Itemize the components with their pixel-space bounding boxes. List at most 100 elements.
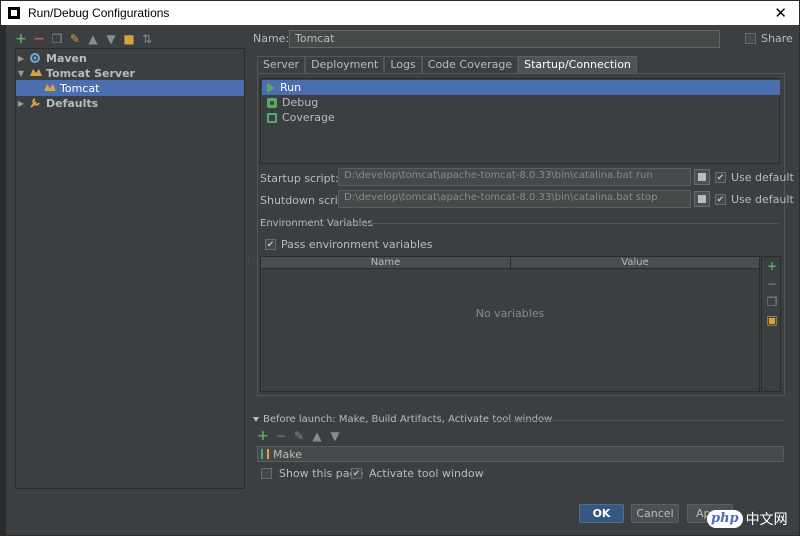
pass-env-checkbox[interactable]: ✔ Pass environment variables <box>265 238 433 251</box>
close-icon[interactable]: ✕ <box>774 4 787 22</box>
move-up-icon[interactable]: ▲ <box>87 32 99 46</box>
tree-item-label: Maven <box>46 51 87 65</box>
tree-item-tomcat-server[interactable]: ▼ Tomcat Server <box>16 65 244 81</box>
env-divider <box>351 223 779 224</box>
executor-label: Run <box>280 81 302 94</box>
ok-button[interactable]: OK <box>579 504 624 523</box>
watermark-text: 中文网 <box>745 512 788 528</box>
panel-splitter-handle[interactable]: · · · <box>247 253 250 268</box>
startup-script-label: Startup script: <box>260 172 339 185</box>
tab-startup-connection[interactable]: Startup/Connection <box>518 56 637 73</box>
tree-item-tomcat[interactable]: Tomcat <box>16 80 244 96</box>
checkmark-icon[interactable]: ✔ <box>715 172 726 183</box>
config-tabs: Server Deployment Logs Code Coverage Sta… <box>257 56 637 73</box>
use-default-label: Use default <box>731 171 794 184</box>
executor-item-debug[interactable]: Debug <box>262 95 780 110</box>
expanded-arrow-icon[interactable] <box>253 417 259 422</box>
empty-table-text: No variables <box>475 307 545 320</box>
tree-item-maven[interactable]: ▶ Maven <box>16 50 244 66</box>
move-task-up-icon[interactable]: ▲ <box>311 429 323 443</box>
checkmark-icon[interactable]: ✔ <box>715 194 726 205</box>
remove-task-icon[interactable]: − <box>275 429 287 443</box>
defaults-wrench-icon <box>29 97 43 109</box>
title-bar: Run/Debug Configurations ✕ <box>1 1 799 25</box>
tab-deployment[interactable]: Deployment <box>305 56 385 73</box>
paste-variable-icon[interactable]: ▣ <box>765 313 779 327</box>
share-checkbox-box[interactable] <box>745 33 756 44</box>
show-page-checkbox[interactable]: Show this page <box>261 467 363 480</box>
tree-item-label: Defaults <box>46 96 99 110</box>
move-task-down-icon[interactable]: ▼ <box>329 429 341 443</box>
before-launch-divider <box>493 420 783 421</box>
collapsed-arrow-icon[interactable]: ▶ <box>16 99 26 108</box>
maven-icon <box>29 52 43 64</box>
make-icon <box>261 449 269 459</box>
shutdown-use-default-checkbox[interactable]: ✔ Use default <box>715 193 794 206</box>
coverage-icon <box>267 112 277 123</box>
executor-list: Run Debug Coverage <box>260 78 780 164</box>
activate-window-label: Activate tool window <box>369 467 484 480</box>
executor-item-run[interactable]: Run <box>262 80 780 95</box>
tree-item-label: Tomcat Server <box>46 66 135 80</box>
shutdown-script-input[interactable]: D:\develop\tomcat\apache-tomcat-8.0.33\b… <box>338 190 691 208</box>
show-page-checkbox-box[interactable] <box>261 468 272 479</box>
tree-item-label: Tomcat <box>60 81 100 95</box>
intellij-app-icon <box>8 7 20 19</box>
use-default-label: Use default <box>731 193 794 206</box>
tab-server[interactable]: Server <box>257 56 306 73</box>
debug-icon <box>267 97 277 108</box>
pass-env-label: Pass environment variables <box>281 238 433 251</box>
edit-defaults-icon[interactable]: ✎ <box>69 32 81 46</box>
sort-icon[interactable]: ⇅ <box>141 32 153 46</box>
edit-task-icon[interactable]: ✎ <box>293 429 305 443</box>
name-input[interactable]: Tomcat <box>289 30 720 48</box>
name-label: Name: <box>253 32 290 45</box>
add-icon[interactable]: + <box>15 32 27 46</box>
php-cn-watermark: php 中文网 <box>707 505 799 533</box>
before-launch-task-list[interactable]: Make <box>257 446 784 462</box>
remove-icon[interactable]: − <box>33 32 45 46</box>
checkmark-icon[interactable]: ✔ <box>351 468 362 479</box>
collapsed-arrow-icon[interactable]: ▶ <box>16 54 26 63</box>
env-variables-table: Name Value No variables <box>260 256 760 392</box>
folder-icon[interactable]: ■ <box>123 32 135 46</box>
executor-label: Coverage <box>282 111 335 124</box>
tree-item-defaults[interactable]: ▶ Defaults <box>16 95 244 111</box>
browse-icon <box>698 173 706 181</box>
checkmark-icon[interactable]: ✔ <box>265 239 276 250</box>
before-launch-toolbar: + − ✎ ▲ ▼ <box>257 429 341 443</box>
tomcat-icon <box>29 67 43 79</box>
copy-variable-icon[interactable]: ❐ <box>765 295 779 309</box>
startup-browse-button[interactable] <box>694 169 710 185</box>
task-label-make: Make <box>273 447 302 461</box>
column-header-name[interactable]: Name <box>261 257 511 269</box>
env-table-toolbar: + − ❐ ▣ <box>761 256 781 392</box>
column-header-value[interactable]: Value <box>511 257 759 269</box>
startup-use-default-checkbox[interactable]: ✔ Use default <box>715 171 794 184</box>
expanded-arrow-icon[interactable]: ▼ <box>16 69 26 78</box>
configuration-tree: ▶ Maven ▼ Tomcat Server Tomcat ▶ Default… <box>15 48 245 489</box>
run-debug-dialog: Run/Debug Configurations ✕ + − ❐ ✎ ▲ ▼ ■… <box>0 0 800 536</box>
add-variable-icon[interactable]: + <box>765 259 779 273</box>
shutdown-browse-button[interactable] <box>694 191 710 207</box>
activate-window-checkbox[interactable]: ✔ Activate tool window <box>351 467 484 480</box>
browse-icon <box>698 195 706 203</box>
executor-item-coverage[interactable]: Coverage <box>262 110 780 125</box>
tab-code-coverage[interactable]: Code Coverage <box>421 56 519 73</box>
copy-icon[interactable]: ❐ <box>51 32 63 46</box>
add-task-icon[interactable]: + <box>257 429 269 443</box>
config-toolbar: + − ❐ ✎ ▲ ▼ ■ ⇅ <box>15 30 153 48</box>
tab-logs[interactable]: Logs <box>384 56 422 73</box>
background-edge <box>1 25 6 536</box>
env-table-header: Name Value <box>261 257 759 269</box>
run-icon <box>267 82 275 93</box>
startup-script-input[interactable]: D:\develop\tomcat\apache-tomcat-8.0.33\b… <box>338 168 691 186</box>
tomcat-config-icon <box>43 82 57 94</box>
cancel-button[interactable]: Cancel <box>631 504 679 523</box>
window-title: Run/Debug Configurations <box>28 6 170 20</box>
share-label: Share <box>761 32 793 45</box>
watermark-logo: php <box>707 510 743 528</box>
move-down-icon[interactable]: ▼ <box>105 32 117 46</box>
remove-variable-icon[interactable]: − <box>765 277 779 291</box>
share-checkbox[interactable]: Share <box>745 32 793 45</box>
